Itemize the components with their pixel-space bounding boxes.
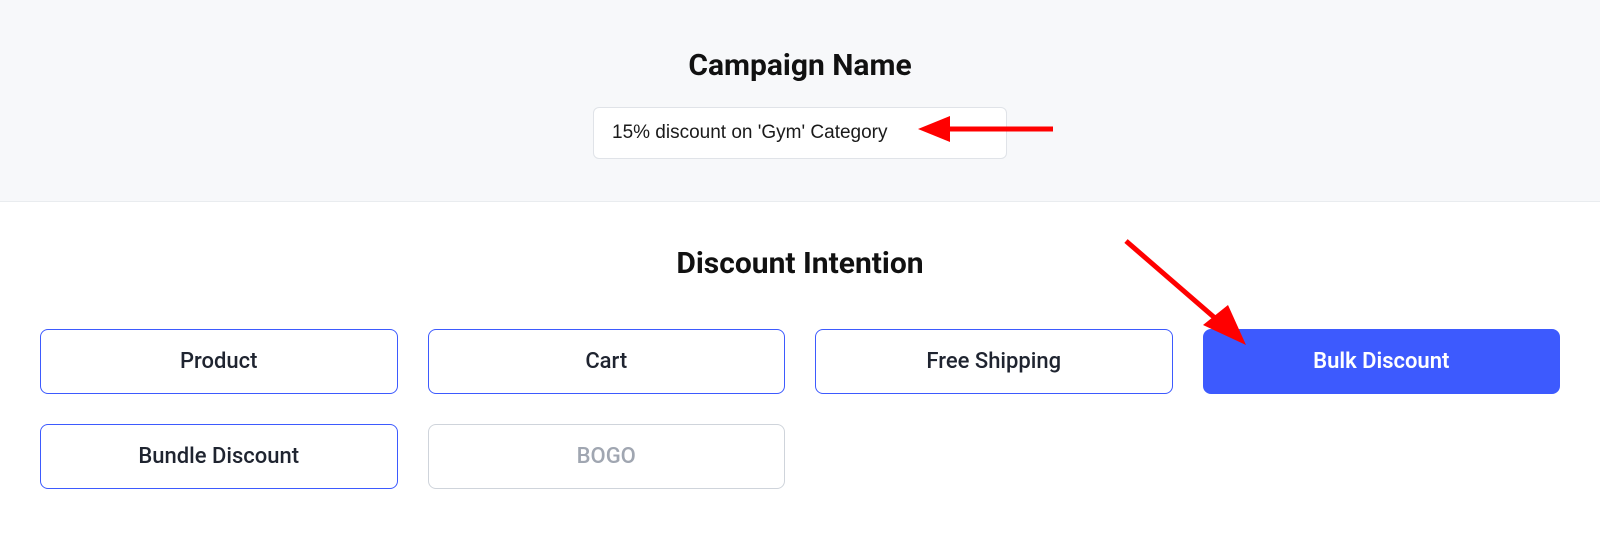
discount-intention-heading: Discount Intention (40, 246, 1560, 281)
option-product[interactable]: Product (40, 329, 398, 394)
campaign-name-section: Campaign Name (0, 0, 1600, 202)
discount-options-grid: Product Cart Free Shipping Bulk Discount… (40, 329, 1560, 489)
option-cart[interactable]: Cart (428, 329, 786, 394)
option-bulk-discount[interactable]: Bulk Discount (1203, 329, 1561, 394)
campaign-name-input[interactable] (593, 107, 1007, 159)
option-bogo[interactable]: BOGO (428, 424, 786, 489)
discount-intention-section: Discount Intention Product Cart Free Shi… (0, 202, 1600, 529)
campaign-name-heading: Campaign Name (0, 48, 1600, 83)
option-bundle-discount[interactable]: Bundle Discount (40, 424, 398, 489)
option-free-shipping[interactable]: Free Shipping (815, 329, 1173, 394)
